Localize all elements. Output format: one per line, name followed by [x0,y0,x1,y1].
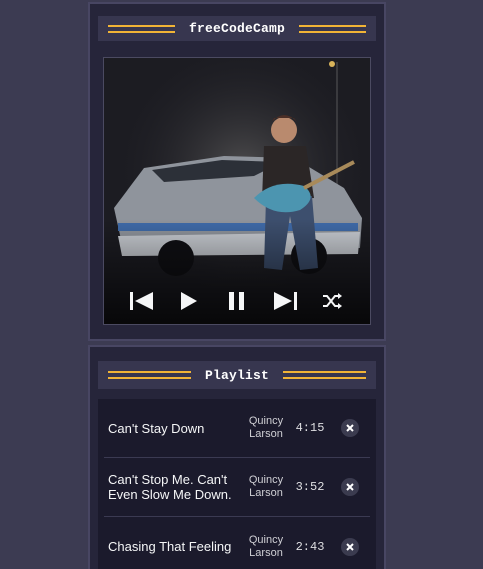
album-art [103,57,371,325]
song-title[interactable]: Can't Stop Me. Can't Even Slow Me Down. [104,472,244,502]
pause-button[interactable] [224,288,250,314]
playlist-title-bar: Playlist [98,361,376,389]
playlist-stripes-left [108,371,191,379]
close-icon [346,483,354,491]
playlist-songs: Can't Stay Down Quincy Larson 4:15 Can't… [98,399,376,569]
player-panel: freeCodeCamp [88,2,386,341]
song-artist: Quincy Larson [248,415,284,440]
shuffle-icon [323,293,343,309]
next-button[interactable] [272,288,298,314]
close-icon [346,542,354,551]
song-duration: 4:15 [295,421,325,435]
playlist-panel: Playlist Can't Stay Down Quincy Larson 4… [88,345,386,569]
title-stripes-right [299,24,367,33]
song-duration: 2:43 [295,539,325,554]
title-stripes-left [108,24,175,33]
playlist-song[interactable]: Can't Stay Down Quincy Larson 4:15 [104,399,370,458]
close-icon [346,424,354,432]
song-title[interactable]: Can't Stay Down [104,421,244,436]
delete-song-button[interactable] [341,419,359,437]
playlist-song[interactable]: Chasing That Feeling Quincy Larson 2:43 [104,517,370,569]
skip-previous-icon [129,292,153,310]
play-button[interactable] [176,288,202,314]
playback-controls [104,284,370,318]
playlist-title: Playlist [205,367,270,383]
shuffle-button[interactable] [319,288,345,314]
song-duration: 3:52 [295,480,325,494]
playlist-song[interactable]: Can't Stop Me. Can't Even Slow Me Down. … [104,458,370,517]
skip-next-icon [273,292,297,310]
player-title: freeCodeCamp [189,21,286,36]
playlist-stripes-right [283,371,367,379]
song-artist: Quincy Larson [248,533,284,559]
song-title[interactable]: Chasing That Feeling [104,539,244,554]
delete-song-button[interactable] [341,537,359,556]
previous-button[interactable] [129,288,155,314]
pause-icon [228,292,244,310]
song-artist: Quincy Larson [248,474,284,499]
play-icon [181,292,198,310]
delete-song-button[interactable] [341,478,359,496]
player-title-bar: freeCodeCamp [98,16,376,41]
